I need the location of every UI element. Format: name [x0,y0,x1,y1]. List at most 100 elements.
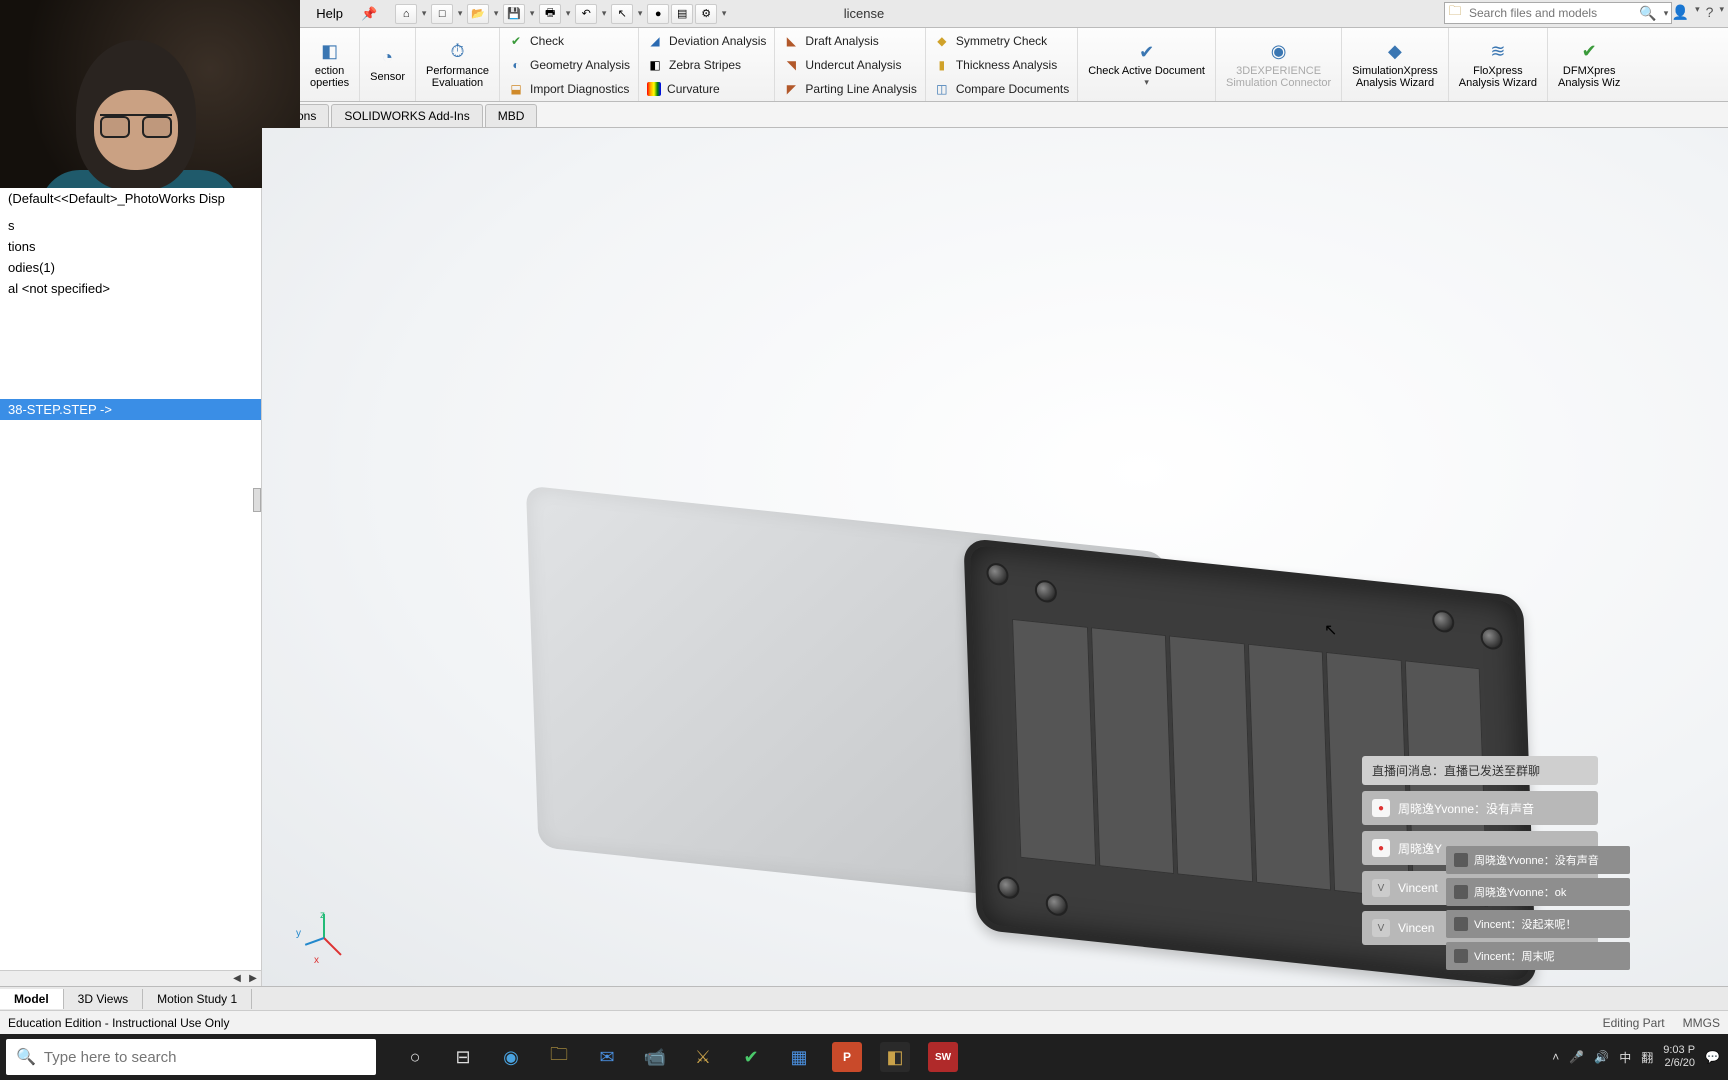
folder-icon: 🗀 [1445,2,1465,24]
home-icon[interactable]: ⌂ [395,4,417,24]
zebra-stripes-button[interactable]: ◧Zebra Stripes [647,54,766,76]
avatar-icon: ● [1372,839,1390,857]
tree-imported-feature[interactable]: 38-STEP.STEP -> [0,399,261,420]
app-icon[interactable]: ✔ [736,1042,766,1072]
chat-overlay-secondary: 周晓逸Yvonne：没有声音 周晓逸Yvonne：ok Vincent：没起来呢… [1446,846,1630,974]
game-icon[interactable]: ⚔ [688,1042,718,1072]
pin-icon[interactable]: 📌 [361,6,377,22]
search-input[interactable] [1465,6,1635,20]
powerpoint-icon[interactable]: P [832,1042,862,1072]
chat-header: 直播间消息：直播已发送至群聊 [1362,756,1598,785]
tray-ime-zhong[interactable]: 中 [1619,1049,1631,1066]
simulationxpress-button[interactable]: ◆ SimulationXpressAnalysis Wizard [1342,28,1449,101]
document-title: license [844,6,884,21]
search-icon: 🔍 [16,1047,36,1067]
new-icon[interactable]: □ [431,4,453,24]
scroll-right-icon[interactable]: ▶ [245,973,261,984]
zoom-icon[interactable]: 📹 [640,1042,670,1072]
mouse-cursor-icon: ↖ [1324,620,1337,640]
chat-message: Vincent：没起来呢！ [1446,910,1630,938]
avatar-icon [1454,917,1468,931]
task-view-icon[interactable]: ⊟ [448,1042,478,1072]
ide-icon[interactable]: ◧ [880,1042,910,1072]
tray-chevron-icon[interactable]: ˄ [1552,1050,1559,1064]
save-icon[interactable]: 💾 [503,4,525,24]
draft-analysis-button[interactable]: ◣Draft Analysis [783,30,916,52]
tab-motion-study[interactable]: Motion Study 1 [143,989,252,1009]
thickness-analysis-button[interactable]: ▮Thickness Analysis [934,54,1069,76]
dfmxpress-button[interactable]: ✔ DFMXpresAnalysis Wiz [1548,28,1630,101]
status-bar: Education Edition - Instructional Use On… [0,1010,1728,1034]
taskbar-search-input[interactable] [44,1049,366,1066]
avatar-icon [1454,885,1468,899]
undercut-analysis-button[interactable]: ◥Undercut Analysis [783,54,916,76]
tree-item[interactable]: tions [0,236,261,257]
tray-clock[interactable]: 9:03 P 2/6/20 [1663,1044,1695,1070]
tree-item[interactable]: s [0,215,261,236]
deviation-analysis-button[interactable]: ◢Deviation Analysis [647,30,766,52]
cortana-icon[interactable]: ○ [400,1042,430,1072]
bottom-tabs: Model 3D Views Motion Study 1 [0,986,1728,1010]
tree-item[interactable]: odies(1) [0,257,261,278]
tab-model[interactable]: Model [0,989,64,1009]
menu-help[interactable]: Help [308,2,351,25]
tray-notifications-icon[interactable]: 💬 [1705,1050,1720,1064]
feature-manager-tree[interactable]: (Default<<Default>_PhotoWorks Disp s tio… [0,188,262,986]
settings-icon[interactable]: ⚙ [695,4,717,24]
sensor-button[interactable]: ◔ Sensor [360,28,416,101]
system-tray: ˄ 🎤 🔊 中 翻 9:03 P 2/6/20 💬 [1552,1044,1720,1070]
compare-documents-button[interactable]: ◫Compare Documents [934,78,1069,100]
chat-message: ●周晓逸Yvonne：没有声音 [1362,791,1598,825]
solidworks-icon[interactable]: SW [928,1042,958,1072]
select-icon[interactable]: ↖ [611,4,633,24]
symmetry-check-button[interactable]: ◆Symmetry Check [934,30,1069,52]
tree-config[interactable]: (Default<<Default>_PhotoWorks Disp [0,188,261,209]
performance-evaluation-button[interactable]: ⏱ PerformanceEvaluation [416,28,500,101]
avatar-icon [1454,853,1468,867]
print-icon[interactable]: 🖶 [539,4,561,24]
parting-line-analysis-button[interactable]: ◤Parting Line Analysis [783,78,916,100]
tab-mbd[interactable]: MBD [485,104,538,127]
tab-addins[interactable]: SOLIDWORKS Add-Ins [331,104,482,127]
tray-volume-icon[interactable]: 🔊 [1594,1050,1609,1064]
help-icon[interactable]: ? [1706,4,1714,21]
chat-message: 周晓逸Yvonne：ok [1446,878,1630,906]
avatar-icon [1454,949,1468,963]
search-icon[interactable]: 🔍 [1635,5,1661,22]
undo-icon[interactable]: ↶ [575,4,597,24]
status-editing: Editing Part [1603,1016,1665,1030]
orientation-triad[interactable]: z x y [296,910,352,966]
search-box[interactable]: 🗀 🔍 ▾ [1444,2,1672,24]
check-active-document-button[interactable]: ✔ Check Active Document ▾ [1078,28,1216,101]
avatar-icon: V [1372,879,1390,897]
windows-taskbar: 🔍 ○ ⊟ ◉ 🗀 ✉ 📹 ⚔ ✔ ▦ P ◧ SW ˄ 🎤 🔊 中 翻 9:0… [0,1034,1728,1080]
taskbar-search[interactable]: 🔍 [6,1039,376,1075]
edge-icon[interactable]: ◉ [496,1042,526,1072]
tab-3dviews[interactable]: 3D Views [64,989,143,1009]
section-properties-button[interactable]: ◧ ectionoperties [300,28,360,101]
floxpress-button[interactable]: ≋ FloXpressAnalysis Wizard [1449,28,1548,101]
avatar-icon: ● [1372,799,1390,817]
scroll-left-icon[interactable]: ◀ [229,973,245,984]
splitter-handle[interactable] [253,488,261,512]
3dexperience-button: ◉ 3DEXPERIENCESimulation Connector [1216,28,1342,101]
geometry-analysis-button[interactable]: ◐Geometry Analysis [508,54,630,76]
explorer-icon[interactable]: 🗀 [544,1042,574,1072]
avatar-icon: V [1372,919,1390,937]
tree-scrollbar[interactable]: ◀ ▶ [0,970,261,986]
rebuild-icon[interactable]: ● [647,4,669,24]
status-units[interactable]: MMGS [1683,1016,1720,1030]
options-icon[interactable]: ▤ [671,4,693,24]
mail-icon[interactable]: ✉ [592,1042,622,1072]
check-button[interactable]: ✔Check [508,30,630,52]
app-icon[interactable]: ▦ [784,1042,814,1072]
open-icon[interactable]: 📂 [467,4,489,24]
import-diagnostics-button[interactable]: ⬓Import Diagnostics [508,78,630,100]
curvature-button[interactable]: Curvature [647,78,766,100]
login-icon[interactable]: 👤 [1672,4,1689,21]
quick-access-toolbar: ⌂▾ □▾ 📂▾ 💾▾ 🖶▾ ↶▾ ↖▾ ● ▤ ⚙▾ [395,4,729,24]
tray-ime-fan[interactable]: 翻 [1641,1049,1653,1066]
tree-material[interactable]: al <not specified> [0,278,261,299]
tray-mic-icon[interactable]: 🎤 [1569,1050,1584,1064]
chat-message: 周晓逸Yvonne：没有声音 [1446,846,1630,874]
